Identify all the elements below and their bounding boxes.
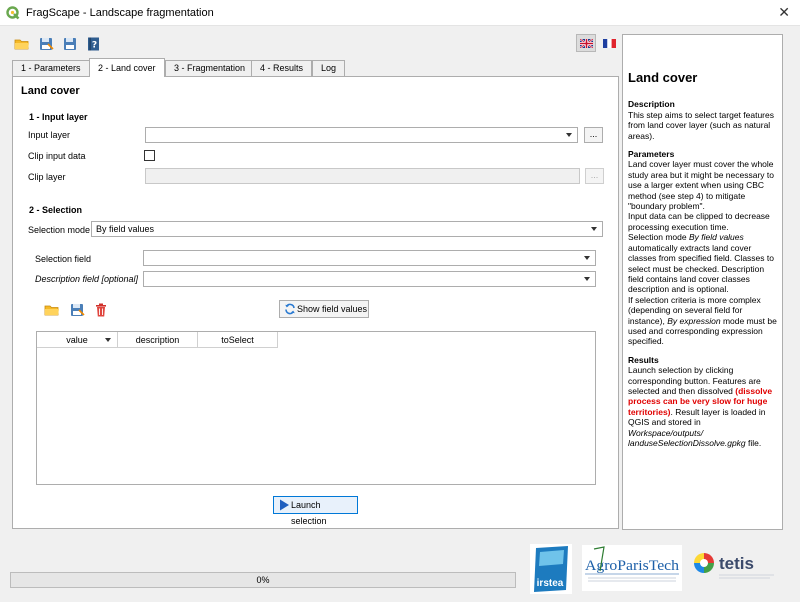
input-layer-browse-button[interactable]: ... — [584, 127, 603, 143]
svg-text:irstea: irstea — [537, 578, 564, 589]
selection-mode-label: Selection mode — [28, 225, 91, 235]
svg-text:?: ? — [92, 41, 97, 51]
svg-text:AgroParisTech: AgroParisTech — [585, 558, 680, 574]
qgis-logo-icon — [6, 6, 20, 20]
chevron-down-icon — [584, 256, 590, 260]
help-panel: Land cover Description This step aims to… — [622, 34, 783, 530]
chevron-down-icon — [566, 133, 572, 137]
uk-flag-icon — [580, 39, 593, 48]
close-button[interactable]: ✕ — [778, 4, 790, 21]
help-description-heading: Description — [628, 99, 675, 110]
launch-selection-button[interactable]: Launch selection — [273, 496, 358, 526]
clip-input-label: Clip input data — [28, 151, 86, 161]
irstea-logo: irstea — [530, 544, 572, 594]
save-as-icon[interactable] — [38, 36, 54, 52]
save-icon[interactable] — [62, 36, 78, 52]
help-parameters-heading: Parameters — [628, 149, 675, 160]
selection-field-label: Selection field — [35, 254, 92, 264]
sort-down-icon — [105, 338, 111, 342]
play-icon — [280, 499, 289, 511]
column-header-toselect[interactable]: toSelect — [198, 332, 278, 348]
refresh-icon — [285, 303, 295, 315]
chevron-down-icon — [591, 227, 597, 231]
clip-layer-browse-button[interactable]: ... — [585, 168, 604, 184]
input-layer-heading: 1 - Input layer — [29, 112, 88, 122]
description-field-label: Description field [optional] — [35, 274, 139, 284]
show-field-values-button[interactable]: Show field values — [279, 300, 369, 318]
help-param-3: Selection mode By field values automatic… — [628, 232, 774, 295]
chevron-down-icon — [584, 277, 590, 281]
open-folder-icon[interactable] — [44, 302, 60, 318]
window-title: FragScape - Landscape fragmentation — [26, 7, 214, 19]
help-icon[interactable]: ? — [86, 36, 102, 52]
help-description-text: This step aims to select target features… — [628, 109, 774, 141]
tab-results[interactable]: 4 - Results — [251, 60, 313, 76]
help-results-heading: Results — [628, 354, 659, 365]
france-flag-icon — [603, 39, 616, 48]
help-title: Land cover — [628, 70, 698, 85]
land-cover-panel: Land cover 1 - Input layer Input layer .… — [12, 76, 619, 529]
tab-land-cover[interactable]: 2 - Land cover — [89, 58, 165, 77]
column-header-description[interactable]: description — [118, 332, 198, 348]
save-as-icon[interactable] — [69, 302, 85, 318]
help-param-1: Land cover layer must cover the whole st… — [628, 159, 774, 212]
trash-icon[interactable] — [93, 302, 109, 318]
help-param-4: If selection criteria is more complex (d… — [628, 294, 777, 347]
tab-parameters[interactable]: 1 - Parameters — [12, 60, 90, 76]
field-values-table[interactable]: value description toSelect — [36, 331, 596, 485]
selection-mode-combo[interactable]: By field values — [91, 221, 603, 237]
french-language-button[interactable] — [599, 34, 619, 52]
agroparistech-logo: AgroParisTech — [582, 545, 682, 591]
open-folder-icon[interactable] — [14, 36, 30, 52]
column-header-value[interactable]: value — [37, 332, 118, 348]
description-field-combo[interactable] — [143, 271, 596, 287]
clip-input-checkbox[interactable] — [144, 150, 155, 161]
progress-bar: 0% — [10, 572, 516, 588]
title-bar: FragScape - Landscape fragmentation ✕ — [0, 0, 800, 26]
input-layer-combo[interactable] — [145, 127, 578, 143]
clip-layer-combo[interactable] — [145, 168, 580, 184]
english-language-button[interactable] — [576, 34, 596, 52]
tetis-logo: tetis — [694, 553, 774, 579]
selection-heading: 2 - Selection — [29, 205, 83, 215]
input-layer-label: Input layer — [28, 130, 71, 140]
svg-text:tetis: tetis — [719, 554, 754, 573]
selection-field-combo[interactable] — [143, 250, 596, 266]
clip-layer-label: Clip layer — [28, 172, 66, 182]
panel-title: Land cover — [21, 85, 80, 97]
help-results-text: Launch selection by clicking correspondi… — [628, 365, 773, 448]
help-param-2: Input data can be clipped to decrease pr… — [628, 211, 770, 232]
tab-log[interactable]: Log — [312, 60, 346, 76]
agroparistech-mark: AgroParisTech — [585, 546, 680, 582]
tab-fragmentation[interactable]: 3 - Fragmentation — [165, 60, 255, 76]
progress-label: 0% — [256, 575, 270, 585]
